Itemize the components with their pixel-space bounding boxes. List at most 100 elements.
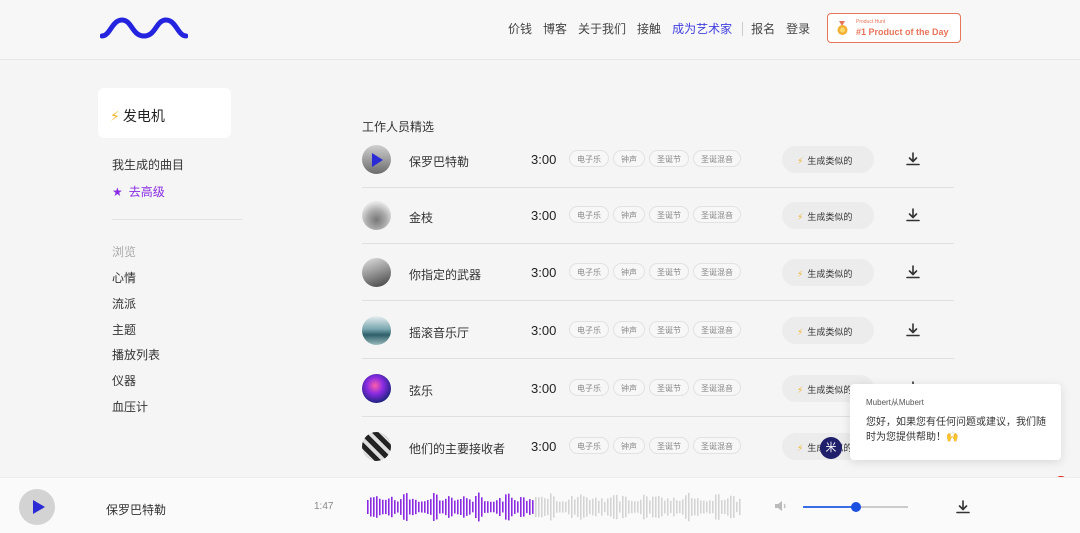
signup-link[interactable]: 报名 bbox=[751, 20, 775, 37]
sidebar-item-bpm[interactable]: 血压计 bbox=[112, 398, 148, 415]
track-name[interactable]: 保罗巴特勒 bbox=[409, 153, 469, 170]
track-tag[interactable]: 圣诞混音 bbox=[693, 379, 741, 396]
track-duration: 3:00 bbox=[531, 152, 557, 167]
nav-become-artist[interactable]: 成为艺术家 bbox=[672, 20, 732, 37]
track-tag[interactable]: 电子乐 bbox=[569, 321, 609, 338]
track-tag[interactable]: 圣诞混音 bbox=[693, 263, 741, 280]
waveform-bar bbox=[406, 493, 408, 521]
waveform-bar bbox=[628, 500, 630, 514]
waveform-bar bbox=[388, 498, 390, 516]
waveform-bar bbox=[637, 501, 639, 513]
track-cover[interactable] bbox=[362, 316, 391, 345]
track-tag[interactable]: 圣诞节 bbox=[649, 150, 689, 167]
volume-handle[interactable] bbox=[850, 502, 861, 512]
sidebar-item-playlists[interactable]: 播放列表 bbox=[112, 346, 160, 363]
track-tag[interactable]: 钟声 bbox=[613, 437, 645, 454]
download-icon[interactable] bbox=[905, 151, 921, 167]
generate-similar-button[interactable]: ⚡生成类似的 bbox=[782, 259, 874, 286]
nav-divider bbox=[742, 21, 744, 36]
waveform-bar bbox=[649, 500, 651, 514]
waveform-bar bbox=[526, 500, 528, 514]
track-row[interactable]: 你指定的武器 3:00 电子乐 钟声 圣诞节 圣诞混音 ⚡ 生成类似的 bbox=[362, 243, 954, 301]
track-tag[interactable]: 圣诞混音 bbox=[693, 206, 741, 223]
waveform-bar bbox=[412, 498, 414, 516]
track-name[interactable]: 你指定的武器 bbox=[409, 266, 481, 283]
track-tag[interactable]: 钟声 bbox=[613, 379, 645, 396]
waveform-bar bbox=[643, 494, 645, 520]
sidebar-upgrade[interactable]: ★ 去高级 bbox=[112, 183, 165, 200]
track-name[interactable]: 他们的主要接收者 bbox=[409, 440, 505, 457]
track-name[interactable]: 摇滚音乐厅 bbox=[409, 324, 469, 341]
track-tag[interactable]: 钟声 bbox=[613, 263, 645, 280]
lightning-icon: ⚡ bbox=[797, 212, 804, 222]
waveform-bar bbox=[541, 496, 543, 518]
waveform-bar bbox=[439, 500, 441, 514]
track-cover[interactable] bbox=[362, 432, 391, 461]
track-tag[interactable]: 圣诞混音 bbox=[693, 150, 741, 167]
waveform-bar bbox=[466, 498, 468, 516]
track-tag[interactable]: 钟声 bbox=[613, 150, 645, 167]
track-cover[interactable] bbox=[362, 145, 391, 174]
download-icon[interactable] bbox=[905, 207, 921, 223]
waveform-bar bbox=[400, 499, 402, 515]
track-tags: 电子乐 钟声 圣诞节 圣诞混音 bbox=[569, 379, 745, 396]
waveform-bar bbox=[454, 500, 456, 514]
sidebar-item-theme[interactable]: 主题 bbox=[112, 321, 136, 338]
waveform-bar bbox=[640, 499, 642, 515]
player-play-button[interactable] bbox=[19, 489, 55, 525]
volume-icon[interactable] bbox=[774, 500, 788, 512]
ph-badge-label: Product Hunt bbox=[856, 19, 886, 25]
sidebar-item-mood[interactable]: 心情 bbox=[112, 269, 136, 286]
waveform-bar bbox=[379, 498, 381, 516]
waveform-bar bbox=[472, 501, 474, 513]
track-cover[interactable] bbox=[362, 258, 391, 287]
nav-about[interactable]: 关于我们 bbox=[578, 20, 626, 37]
track-tag[interactable]: 圣诞节 bbox=[649, 321, 689, 338]
generator-card[interactable]: ⚡ 发电机 bbox=[98, 88, 231, 138]
nav-pricing[interactable]: 价钱 bbox=[508, 20, 532, 37]
track-tag[interactable]: 圣诞节 bbox=[649, 263, 689, 280]
nav-contact[interactable]: 接触 bbox=[637, 20, 661, 37]
track-tag[interactable]: 电子乐 bbox=[569, 437, 609, 454]
track-tag[interactable]: 钟声 bbox=[613, 321, 645, 338]
track-row[interactable]: 金枝 3:00 电子乐 钟声 圣诞节 圣诞混音 ⚡ 生成类似的 bbox=[362, 186, 954, 244]
chat-sender: Mubert从Mubert bbox=[866, 398, 924, 407]
waveform-bar bbox=[574, 499, 576, 515]
volume-slider[interactable] bbox=[803, 502, 908, 512]
generate-similar-button[interactable]: ⚡生成类似的 bbox=[782, 202, 874, 229]
sidebar-my-tracks[interactable]: 我生成的曲目 bbox=[112, 156, 184, 173]
nav-blog[interactable]: 博客 bbox=[543, 20, 567, 37]
track-tag[interactable]: 圣诞节 bbox=[649, 206, 689, 223]
track-tag[interactable]: 钟声 bbox=[613, 206, 645, 223]
track-tag[interactable]: 圣诞节 bbox=[649, 437, 689, 454]
track-tag[interactable]: 电子乐 bbox=[569, 206, 609, 223]
track-tag[interactable]: 电子乐 bbox=[569, 379, 609, 396]
sidebar-item-genre[interactable]: 流派 bbox=[112, 295, 136, 312]
track-tag[interactable]: 电子乐 bbox=[569, 150, 609, 167]
track-cover[interactable] bbox=[362, 201, 391, 230]
product-hunt-badge[interactable]: Product Hunt #1 Product of the Day bbox=[827, 13, 961, 43]
waveform-bar bbox=[634, 501, 636, 513]
chat-popup[interactable]: Mubert从Mubert 您好，如果您有任何问题或建议，我们随时为您提供帮助！… bbox=[850, 384, 1061, 460]
track-tag[interactable]: 圣诞节 bbox=[649, 379, 689, 396]
track-tag[interactable]: 圣诞混音 bbox=[693, 437, 741, 454]
track-tag[interactable]: 电子乐 bbox=[569, 263, 609, 280]
track-row[interactable]: 保罗巴特勒 3:00 电子乐 钟声 圣诞节 圣诞混音 ⚡ 生成类似的 bbox=[362, 130, 954, 188]
waveform-bar bbox=[484, 501, 486, 513]
waveform-bar bbox=[658, 495, 660, 519]
track-cover[interactable] bbox=[362, 374, 391, 403]
generate-similar-button[interactable]: ⚡生成类似的 bbox=[782, 146, 874, 173]
track-tag[interactable]: 圣诞混音 bbox=[693, 321, 741, 338]
track-name[interactable]: 金枝 bbox=[409, 209, 433, 226]
chat-agent-avatar: 米 bbox=[820, 437, 842, 459]
download-icon[interactable] bbox=[905, 264, 921, 280]
mubert-logo[interactable] bbox=[100, 14, 188, 42]
sidebar-item-instruments[interactable]: 仪器 bbox=[112, 372, 136, 389]
player-waveform[interactable] bbox=[367, 490, 743, 524]
track-name[interactable]: 弦乐 bbox=[409, 382, 433, 399]
download-icon[interactable] bbox=[905, 322, 921, 338]
player-download-icon[interactable] bbox=[955, 499, 971, 515]
track-row[interactable]: 摇滚音乐厅 3:00 电子乐 钟声 圣诞节 圣诞混音 ⚡ 生成类似的 bbox=[362, 301, 954, 359]
generate-similar-button[interactable]: ⚡生成类似的 bbox=[782, 317, 874, 344]
login-link[interactable]: 登录 bbox=[786, 20, 810, 37]
